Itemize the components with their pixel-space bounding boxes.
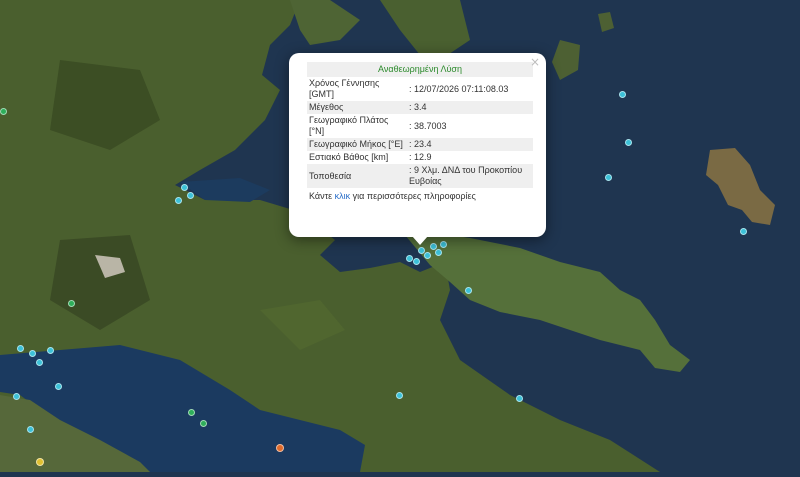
detail-value: : 23.4 bbox=[407, 138, 533, 151]
more-info-text: Κάντε κλικ για περισσότερες πληροφορίες bbox=[307, 191, 532, 201]
earthquake-marker[interactable] bbox=[516, 395, 523, 402]
earthquake-marker[interactable] bbox=[13, 393, 20, 400]
earthquake-marker[interactable] bbox=[175, 197, 182, 204]
earthquake-marker[interactable] bbox=[619, 91, 626, 98]
detail-label: Εστιακό Βάθος [km] bbox=[309, 152, 389, 162]
detail-row-depth: Εστιακό Βάθος [km] : 12.9 bbox=[307, 151, 533, 164]
detail-value: : 9 Χλμ. ΔΝΔ του Προκοπίου Ευβοίας bbox=[407, 164, 533, 188]
detail-label: Χρόνος Γέννησης [GMT] bbox=[309, 78, 380, 99]
earthquake-marker[interactable] bbox=[29, 350, 36, 357]
earthquake-marker[interactable] bbox=[276, 444, 284, 452]
detail-row-magnitude: Μέγεθος: 3.4 bbox=[307, 101, 533, 114]
earthquake-details-table: Αναθεωρημένη Λύση Χρόνος Γέννησης [GMT]:… bbox=[307, 62, 533, 188]
detail-row-origin-time: Χρόνος Γέννησης [GMT] : 12/07/2026 07:11:… bbox=[307, 77, 533, 101]
earthquake-marker[interactable] bbox=[68, 300, 75, 307]
earthquake-marker[interactable] bbox=[27, 426, 34, 433]
earthquake-marker[interactable] bbox=[0, 108, 7, 115]
more-info-prefix: Κάντε bbox=[309, 191, 335, 201]
detail-row-longitude: Γεωγραφικό Μήκος [°E]: 23.4 bbox=[307, 138, 533, 151]
earthquake-marker[interactable] bbox=[17, 345, 24, 352]
popup-header: Αναθεωρημένη Λύση bbox=[307, 62, 533, 77]
earthquake-info-popup: × Αναθεωρημένη Λύση Χρόνος Γέννησης [GMT… bbox=[289, 53, 546, 237]
detail-label: Γεωγραφικό Μήκος [°E] bbox=[307, 138, 407, 151]
more-info-link[interactable]: κλικ bbox=[335, 191, 351, 201]
earthquake-marker[interactable] bbox=[625, 139, 632, 146]
earthquake-marker[interactable] bbox=[181, 184, 188, 191]
satellite-map[interactable]: × Αναθεωρημένη Λύση Χρόνος Γέννησης [GMT… bbox=[0, 0, 800, 472]
earthquake-marker[interactable] bbox=[36, 458, 44, 466]
earthquake-marker[interactable] bbox=[413, 258, 420, 265]
detail-value: : 12.9 bbox=[409, 152, 432, 162]
detail-value: : 38.7003 bbox=[409, 120, 447, 131]
detail-value: : 3.4 bbox=[407, 101, 533, 114]
detail-row-latitude: Γεωγραφικό Πλάτος [°N] : 38.7003 bbox=[307, 114, 533, 138]
earthquake-marker[interactable] bbox=[435, 249, 442, 256]
earthquake-marker[interactable] bbox=[740, 228, 747, 235]
earthquake-marker[interactable] bbox=[188, 409, 195, 416]
earthquake-marker[interactable] bbox=[200, 420, 207, 427]
earthquake-marker[interactable] bbox=[187, 192, 194, 199]
popup-tip bbox=[412, 236, 428, 245]
detail-row-location: Τοποθεσία: 9 Χλμ. ΔΝΔ του Προκοπίου Ευβο… bbox=[307, 164, 533, 188]
earthquake-marker[interactable] bbox=[465, 287, 472, 294]
more-info-suffix: για περισσότερες πληροφορίες bbox=[350, 191, 476, 201]
earthquake-marker[interactable] bbox=[440, 241, 447, 248]
detail-value: : 12/07/2026 07:11:08.03 bbox=[409, 83, 509, 94]
detail-label: Τοποθεσία bbox=[307, 164, 407, 188]
earthquake-marker[interactable] bbox=[424, 252, 431, 259]
earthquake-marker[interactable] bbox=[396, 392, 403, 399]
earthquake-marker[interactable] bbox=[47, 347, 54, 354]
earthquake-marker[interactable] bbox=[36, 359, 43, 366]
earthquake-marker[interactable] bbox=[406, 255, 413, 262]
earthquake-marker[interactable] bbox=[605, 174, 612, 181]
earthquake-marker[interactable] bbox=[55, 383, 62, 390]
detail-label: Γεωγραφικό Πλάτος [°N] bbox=[309, 115, 389, 136]
close-icon[interactable]: × bbox=[530, 55, 540, 69]
detail-label: Μέγεθος bbox=[307, 101, 407, 114]
